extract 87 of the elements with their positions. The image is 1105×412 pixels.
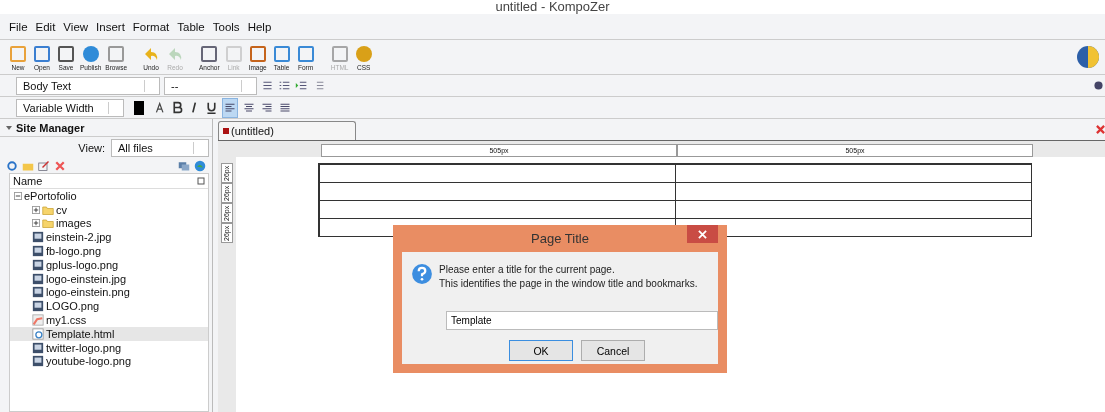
dialog-button[interactable]: Cancel <box>581 340 645 361</box>
toolbar-icon <box>353 43 374 64</box>
globe-icon[interactable] <box>194 160 206 172</box>
dialog-button[interactable]: OK <box>509 340 573 361</box>
refresh-icon[interactable] <box>6 160 18 172</box>
numbered-list-icon[interactable] <box>278 79 291 92</box>
indent-icon[interactable] <box>295 79 308 92</box>
tree-item[interactable]: logo-einstein.png <box>10 285 208 300</box>
tree-item[interactable]: logo-einstein.jpg <box>10 271 208 286</box>
menu-item[interactable]: Tools <box>212 20 240 33</box>
tree-item[interactable]: cv <box>10 202 208 217</box>
tree-item[interactable]: fb-logo.png <box>10 244 208 258</box>
collapse-icon[interactable] <box>14 191 22 200</box>
image-file-icon <box>32 272 44 285</box>
size-dropdown[interactable]: -- <box>164 76 257 95</box>
column-picker-icon[interactable] <box>197 177 205 185</box>
window-icon[interactable] <box>178 160 190 172</box>
toolbar-icon <box>295 43 316 64</box>
delete-icon[interactable] <box>54 160 66 172</box>
toolbar-icon <box>271 43 292 64</box>
css-file-icon <box>32 314 44 327</box>
tree-item[interactable]: images <box>10 216 208 231</box>
view-label: View: <box>78 142 105 154</box>
tree-item[interactable]: twitter-logo.png <box>10 340 208 355</box>
menu-item[interactable]: Insert <box>96 20 125 33</box>
close-button[interactable] <box>687 225 718 243</box>
folder-icon <box>42 203 54 216</box>
image-file-icon <box>32 341 44 354</box>
dialog-title: Page Title <box>531 231 589 246</box>
menu-item[interactable]: Format <box>132 20 170 33</box>
title-input[interactable]: Template <box>446 311 718 330</box>
html-file-icon <box>32 327 44 340</box>
toolbar-icon <box>223 43 244 64</box>
tree-item[interactable]: youtube-logo.png <box>10 354 208 369</box>
menu-item[interactable]: Help <box>247 20 272 33</box>
text-color-swatch[interactable] <box>134 100 144 115</box>
toolbar-icon <box>8 43 28 64</box>
image-file-icon <box>32 300 44 313</box>
expand-icon[interactable] <box>32 219 40 228</box>
column-header: Name <box>13 175 43 187</box>
font-dropdown[interactable]: Variable Width <box>16 98 124 117</box>
menu-item[interactable]: Table <box>177 20 205 33</box>
menu-item[interactable]: View <box>63 20 89 33</box>
menu-item[interactable]: Edit <box>35 20 56 33</box>
close-icon[interactable] <box>1096 125 1105 134</box>
toolbar-icon <box>247 43 268 64</box>
panel-header: Site Manager <box>0 119 212 137</box>
toolbar-icon <box>329 43 350 64</box>
expand-icon[interactable] <box>32 205 40 214</box>
align-icon <box>279 101 291 114</box>
align-icon <box>243 101 255 114</box>
tree-item[interactable]: LOGO.png <box>10 299 208 314</box>
underline-icon[interactable] <box>205 101 218 114</box>
window-title: untitled - KompoZer <box>495 0 610 14</box>
toolbar-icon <box>56 43 76 64</box>
toolbar-icon <box>106 43 127 64</box>
tree-item[interactable]: Template.html <box>10 326 208 341</box>
document-icon <box>223 128 229 134</box>
globe-icon[interactable] <box>1076 45 1100 69</box>
image-file-icon <box>32 258 44 271</box>
dialog-message: Please enter a title for the current page. <box>439 263 616 277</box>
list-icon[interactable] <box>261 79 274 92</box>
align-icon <box>261 101 273 114</box>
gear-icon[interactable] <box>1092 79 1105 92</box>
dialog-message: This identifies the page in the window title and bookmarks. <box>439 277 698 291</box>
align-icon <box>224 101 236 114</box>
toolbar-icon <box>32 43 52 64</box>
tree-item[interactable]: gplus-logo.png <box>10 258 208 272</box>
align-button[interactable] <box>222 97 238 118</box>
close-icon <box>698 229 707 239</box>
toolbar-icon <box>80 43 101 64</box>
toolbar-icon <box>199 43 220 64</box>
edit-icon[interactable] <box>38 160 50 172</box>
tree-item[interactable]: ePortofolio <box>10 189 208 203</box>
bold-icon[interactable] <box>171 101 184 114</box>
tree-item[interactable]: my1.css <box>10 313 208 327</box>
image-file-icon <box>32 231 44 244</box>
image-file-icon <box>32 355 44 368</box>
question-icon <box>411 263 433 285</box>
image-file-icon <box>32 286 44 299</box>
menu-item[interactable]: File <box>9 20 28 33</box>
tree-item[interactable]: einstein-2.jpg <box>10 230 208 245</box>
view-dropdown[interactable]: All files <box>111 139 209 157</box>
image-file-icon <box>32 245 44 258</box>
paragraph-style-dropdown[interactable]: Body Text <box>16 76 160 95</box>
folder-icon <box>42 217 54 230</box>
document-tab[interactable]: (untitled) <box>218 121 356 140</box>
